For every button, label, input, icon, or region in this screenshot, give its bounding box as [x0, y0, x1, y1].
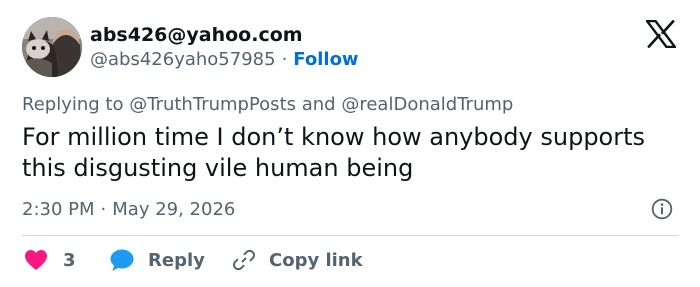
link-icon — [233, 249, 255, 271]
copy-link-label: Copy link — [269, 249, 363, 271]
like-button[interactable]: 3 — [24, 247, 76, 273]
reply-context-prefix: Replying to — [22, 94, 124, 115]
x-logo-icon[interactable] — [646, 20, 676, 48]
reply-button[interactable]: Reply — [109, 247, 205, 273]
mention-truthtrumpposts[interactable]: @TruthTrumpPosts — [129, 94, 296, 115]
reply-label: Reply — [148, 249, 205, 271]
tweet-date: May 29, 2026 — [112, 199, 236, 220]
handle-separator: · — [281, 49, 288, 70]
tweet-timestamp[interactable]: 2:30 PM · May 29, 2026 — [22, 199, 235, 220]
avatar-image — [22, 17, 82, 77]
author-display-name[interactable]: abs426@yahoo.com — [90, 24, 303, 46]
avatar[interactable] — [22, 17, 82, 77]
info-icon[interactable] — [651, 198, 673, 220]
timestamp-separator: · — [100, 199, 107, 220]
like-count: 3 — [63, 249, 76, 271]
follow-button[interactable]: Follow — [293, 49, 358, 70]
mention-realdonaldtrump[interactable]: @realDonaldTrump — [341, 94, 513, 115]
tweet-text: For million time I don’t know how anybod… — [22, 123, 646, 182]
author-handle-line: @abs426yaho57985 · Follow — [90, 49, 359, 70]
author-handle[interactable]: @abs426yaho57985 — [90, 49, 276, 70]
speech-bubble-icon — [110, 249, 134, 271]
reply-context: Replying to @TruthTrumpPosts and @realDo… — [22, 94, 513, 115]
reply-context-conjunction: and — [301, 94, 336, 115]
divider — [22, 235, 679, 236]
heart-icon — [25, 250, 47, 270]
tweet-time: 2:30 PM — [22, 199, 95, 220]
copy-link-button[interactable]: Copy link — [232, 247, 363, 273]
